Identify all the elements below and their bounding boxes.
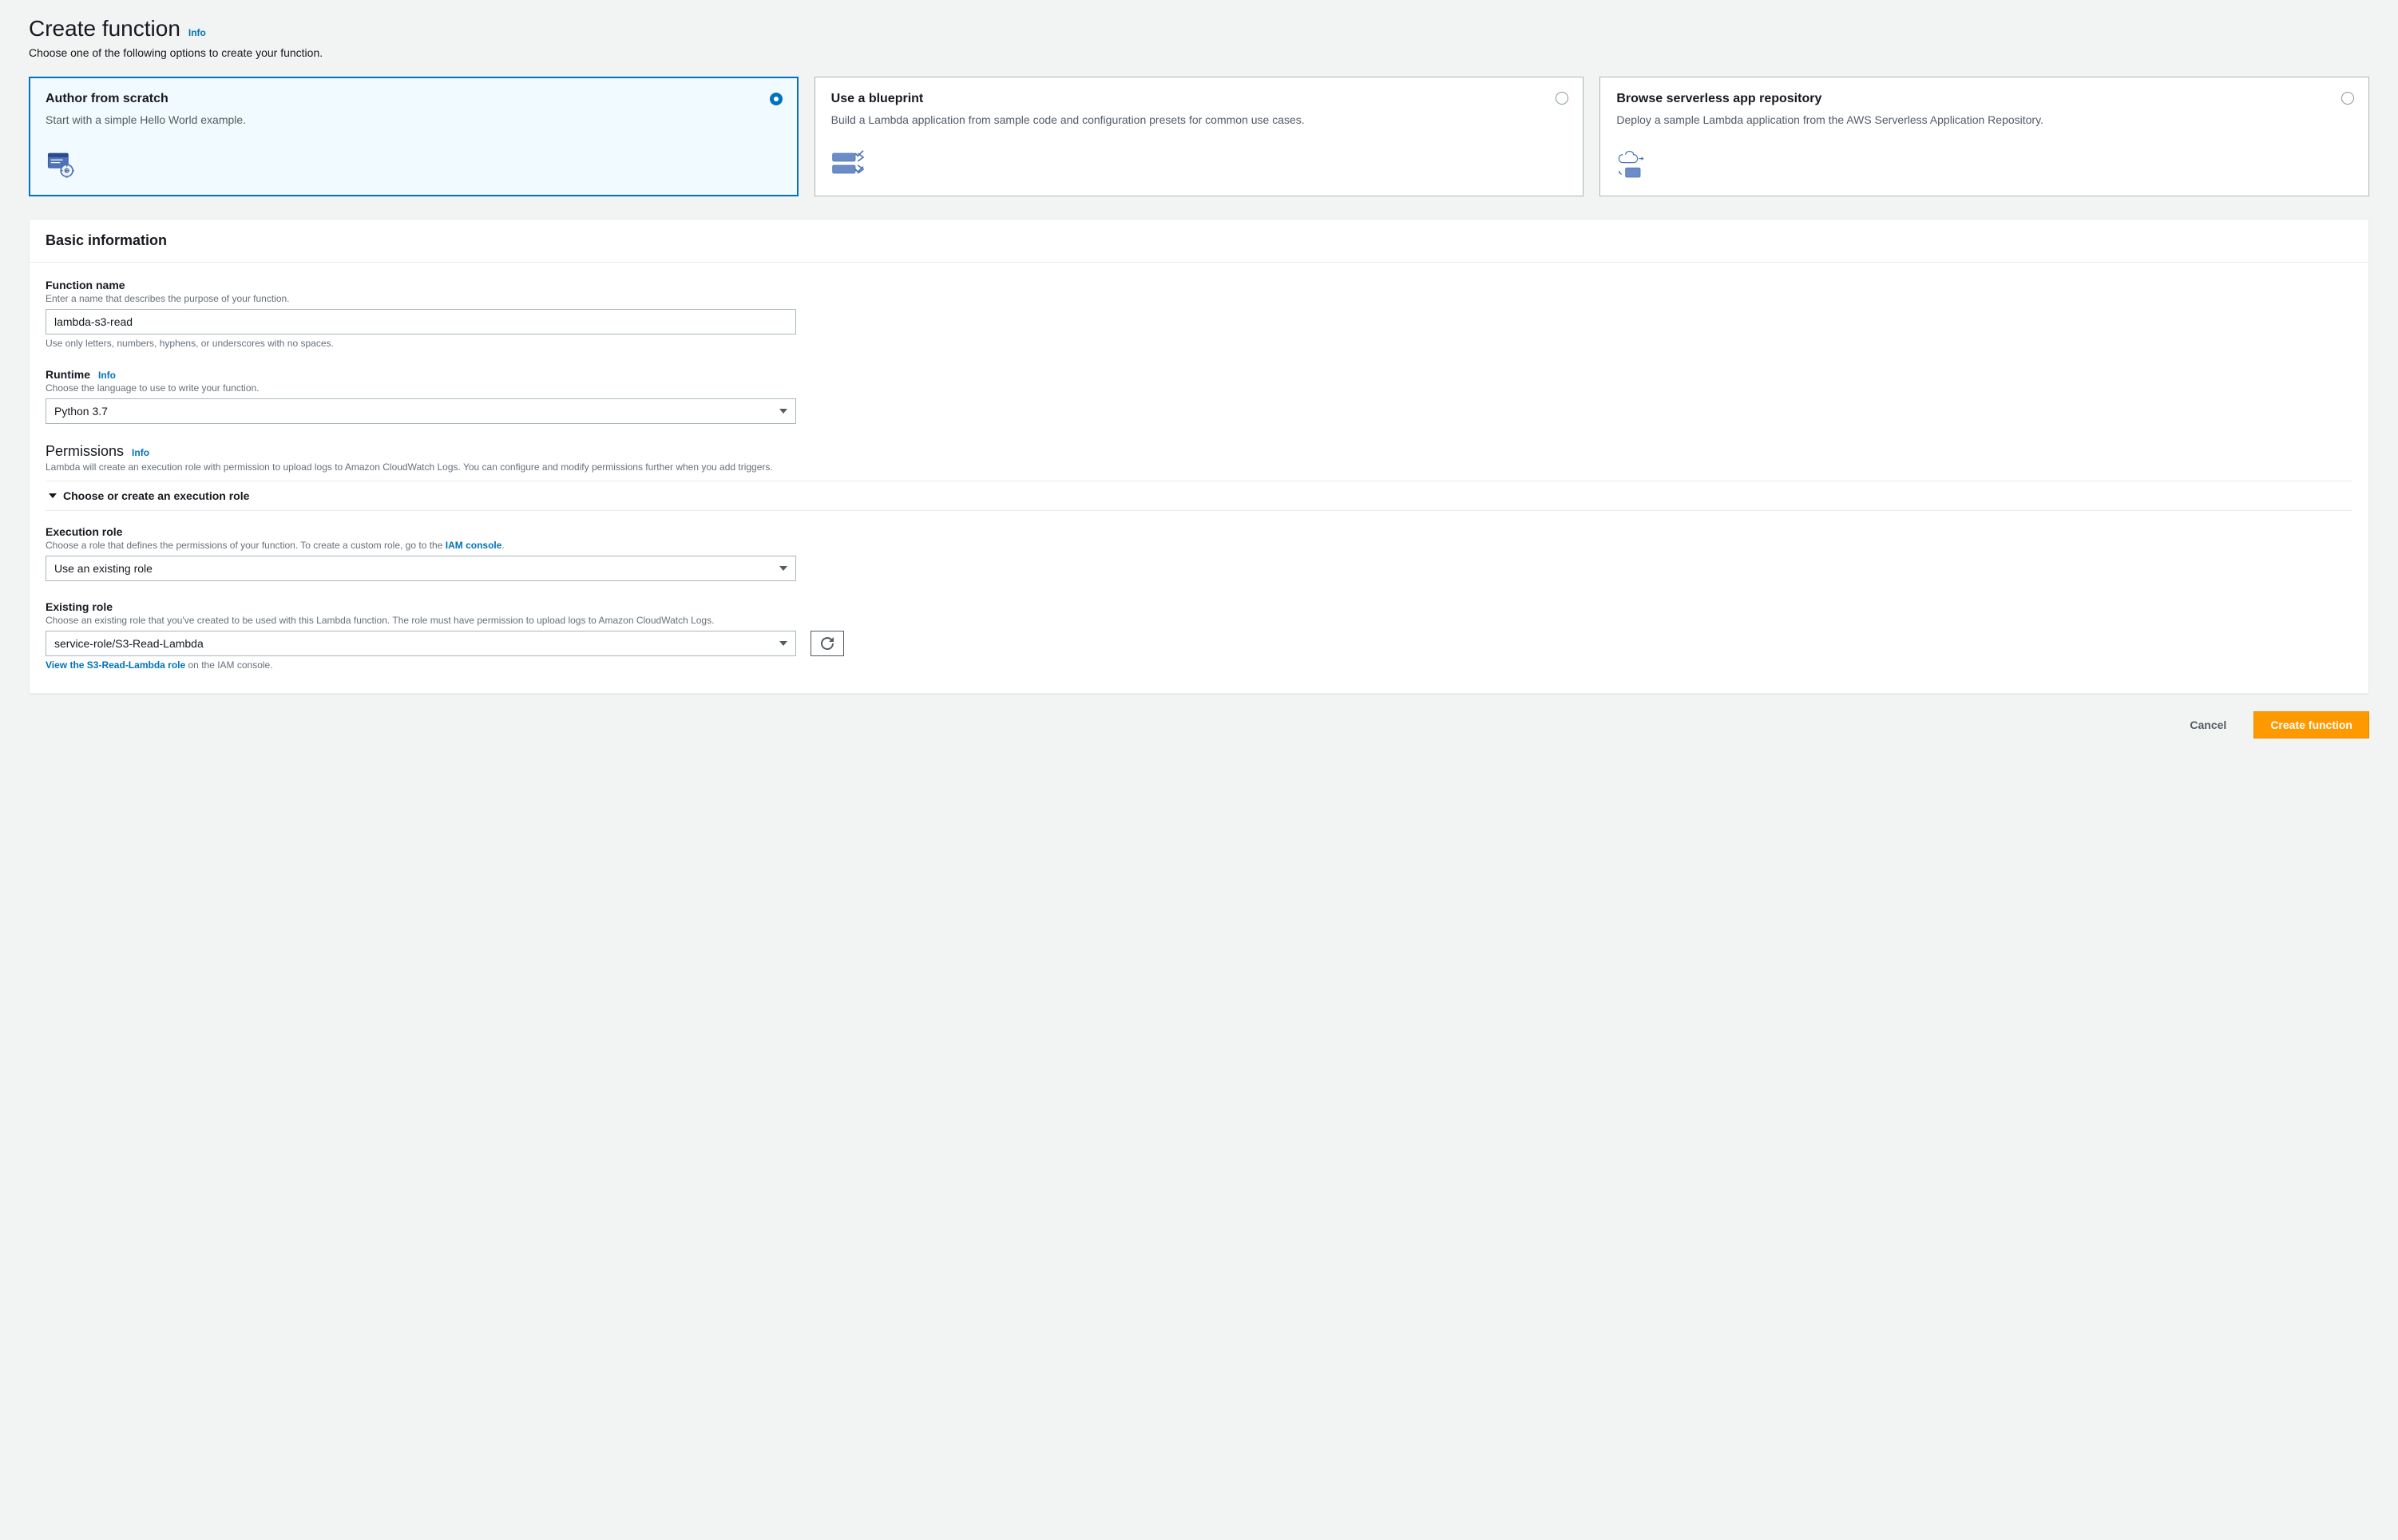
runtime-select[interactable]: Python 3.7 — [46, 398, 796, 424]
function-name-input[interactable] — [46, 309, 796, 335]
option-title: Use a blueprint — [831, 92, 1568, 106]
existing-role-select[interactable]: service-role/S3-Read-Lambda — [46, 631, 796, 656]
basic-info-header: Basic information — [30, 220, 2368, 263]
execution-role-select[interactable]: Use an existing role — [46, 556, 796, 581]
execution-role-expander[interactable]: Choose or create an execution role — [46, 481, 2352, 511]
view-role-link[interactable]: View the S3-Read-Lambda role — [46, 659, 185, 671]
refresh-icon — [821, 637, 834, 650]
function-name-constraint: Use only letters, numbers, hyphens, or u… — [46, 338, 2352, 349]
view-role-line: View the S3-Read-Lambda role on the IAM … — [46, 659, 2352, 671]
caret-down-icon — [779, 566, 787, 571]
execution-role-field: Execution role Choose a role that define… — [46, 525, 2352, 581]
page-title: Create function — [29, 16, 180, 42]
iam-console-link[interactable]: IAM console — [446, 540, 502, 551]
creation-options: Author from scratch Start with a simple … — [29, 77, 2369, 196]
runtime-hint: Choose the language to use to write your… — [46, 382, 2352, 394]
info-link-header[interactable]: Info — [188, 27, 206, 38]
option-serverless-repo[interactable]: Browse serverless app repository Deploy … — [1599, 77, 2369, 196]
execution-role-label: Execution role — [46, 525, 2352, 538]
runtime-field: Runtime Info Choose the language to use … — [46, 368, 2352, 424]
option-desc: Deploy a sample Lambda application from … — [1616, 113, 2352, 129]
execution-role-value: Use an existing role — [54, 562, 153, 575]
blueprint-icon — [831, 149, 1568, 181]
triangle-down-icon — [49, 493, 57, 498]
permissions-title: Permissions — [46, 443, 124, 460]
function-name-field: Function name Enter a name that describe… — [46, 279, 2352, 349]
existing-role-hint: Choose an existing role that you've crea… — [46, 615, 2352, 626]
cancel-button[interactable]: Cancel — [2174, 711, 2242, 738]
radio-icon — [770, 93, 783, 105]
caret-down-icon — [779, 409, 787, 414]
function-name-label: Function name — [46, 279, 2352, 291]
option-desc: Build a Lambda application from sample c… — [831, 113, 1568, 129]
runtime-label: Runtime — [46, 368, 90, 381]
page-subtitle: Choose one of the following options to c… — [29, 46, 2369, 59]
create-function-button[interactable]: Create function — [2253, 711, 2369, 738]
basic-info-panel: Basic information Function name Enter a … — [29, 219, 2369, 694]
runtime-value: Python 3.7 — [54, 405, 108, 418]
expander-label: Choose or create an execution role — [63, 489, 249, 502]
footer-actions: Cancel Create function — [29, 711, 2369, 738]
refresh-roles-button[interactable] — [811, 631, 844, 656]
option-desc: Start with a simple Hello World example. — [46, 113, 782, 129]
function-name-hint: Enter a name that describes the purpose … — [46, 293, 2352, 304]
info-link-runtime[interactable]: Info — [98, 370, 116, 381]
option-title: Author from scratch — [46, 92, 782, 106]
permissions-hint: Lambda will create an execution role wit… — [46, 461, 2352, 473]
existing-role-field: Existing role Choose an existing role th… — [46, 600, 2352, 671]
scratch-icon — [46, 149, 782, 181]
execution-role-hint: Choose a role that defines the permissio… — [46, 540, 2352, 551]
option-author-from-scratch[interactable]: Author from scratch Start with a simple … — [29, 77, 799, 196]
info-link-permissions[interactable]: Info — [132, 447, 149, 458]
existing-role-label: Existing role — [46, 600, 2352, 613]
option-use-blueprint[interactable]: Use a blueprint Build a Lambda applicati… — [815, 77, 1584, 196]
radio-icon — [2341, 92, 2354, 105]
existing-role-value: service-role/S3-Read-Lambda — [54, 637, 204, 650]
option-title: Browse serverless app repository — [1616, 92, 2352, 106]
caret-down-icon — [779, 641, 787, 646]
repo-icon — [1616, 149, 2352, 181]
